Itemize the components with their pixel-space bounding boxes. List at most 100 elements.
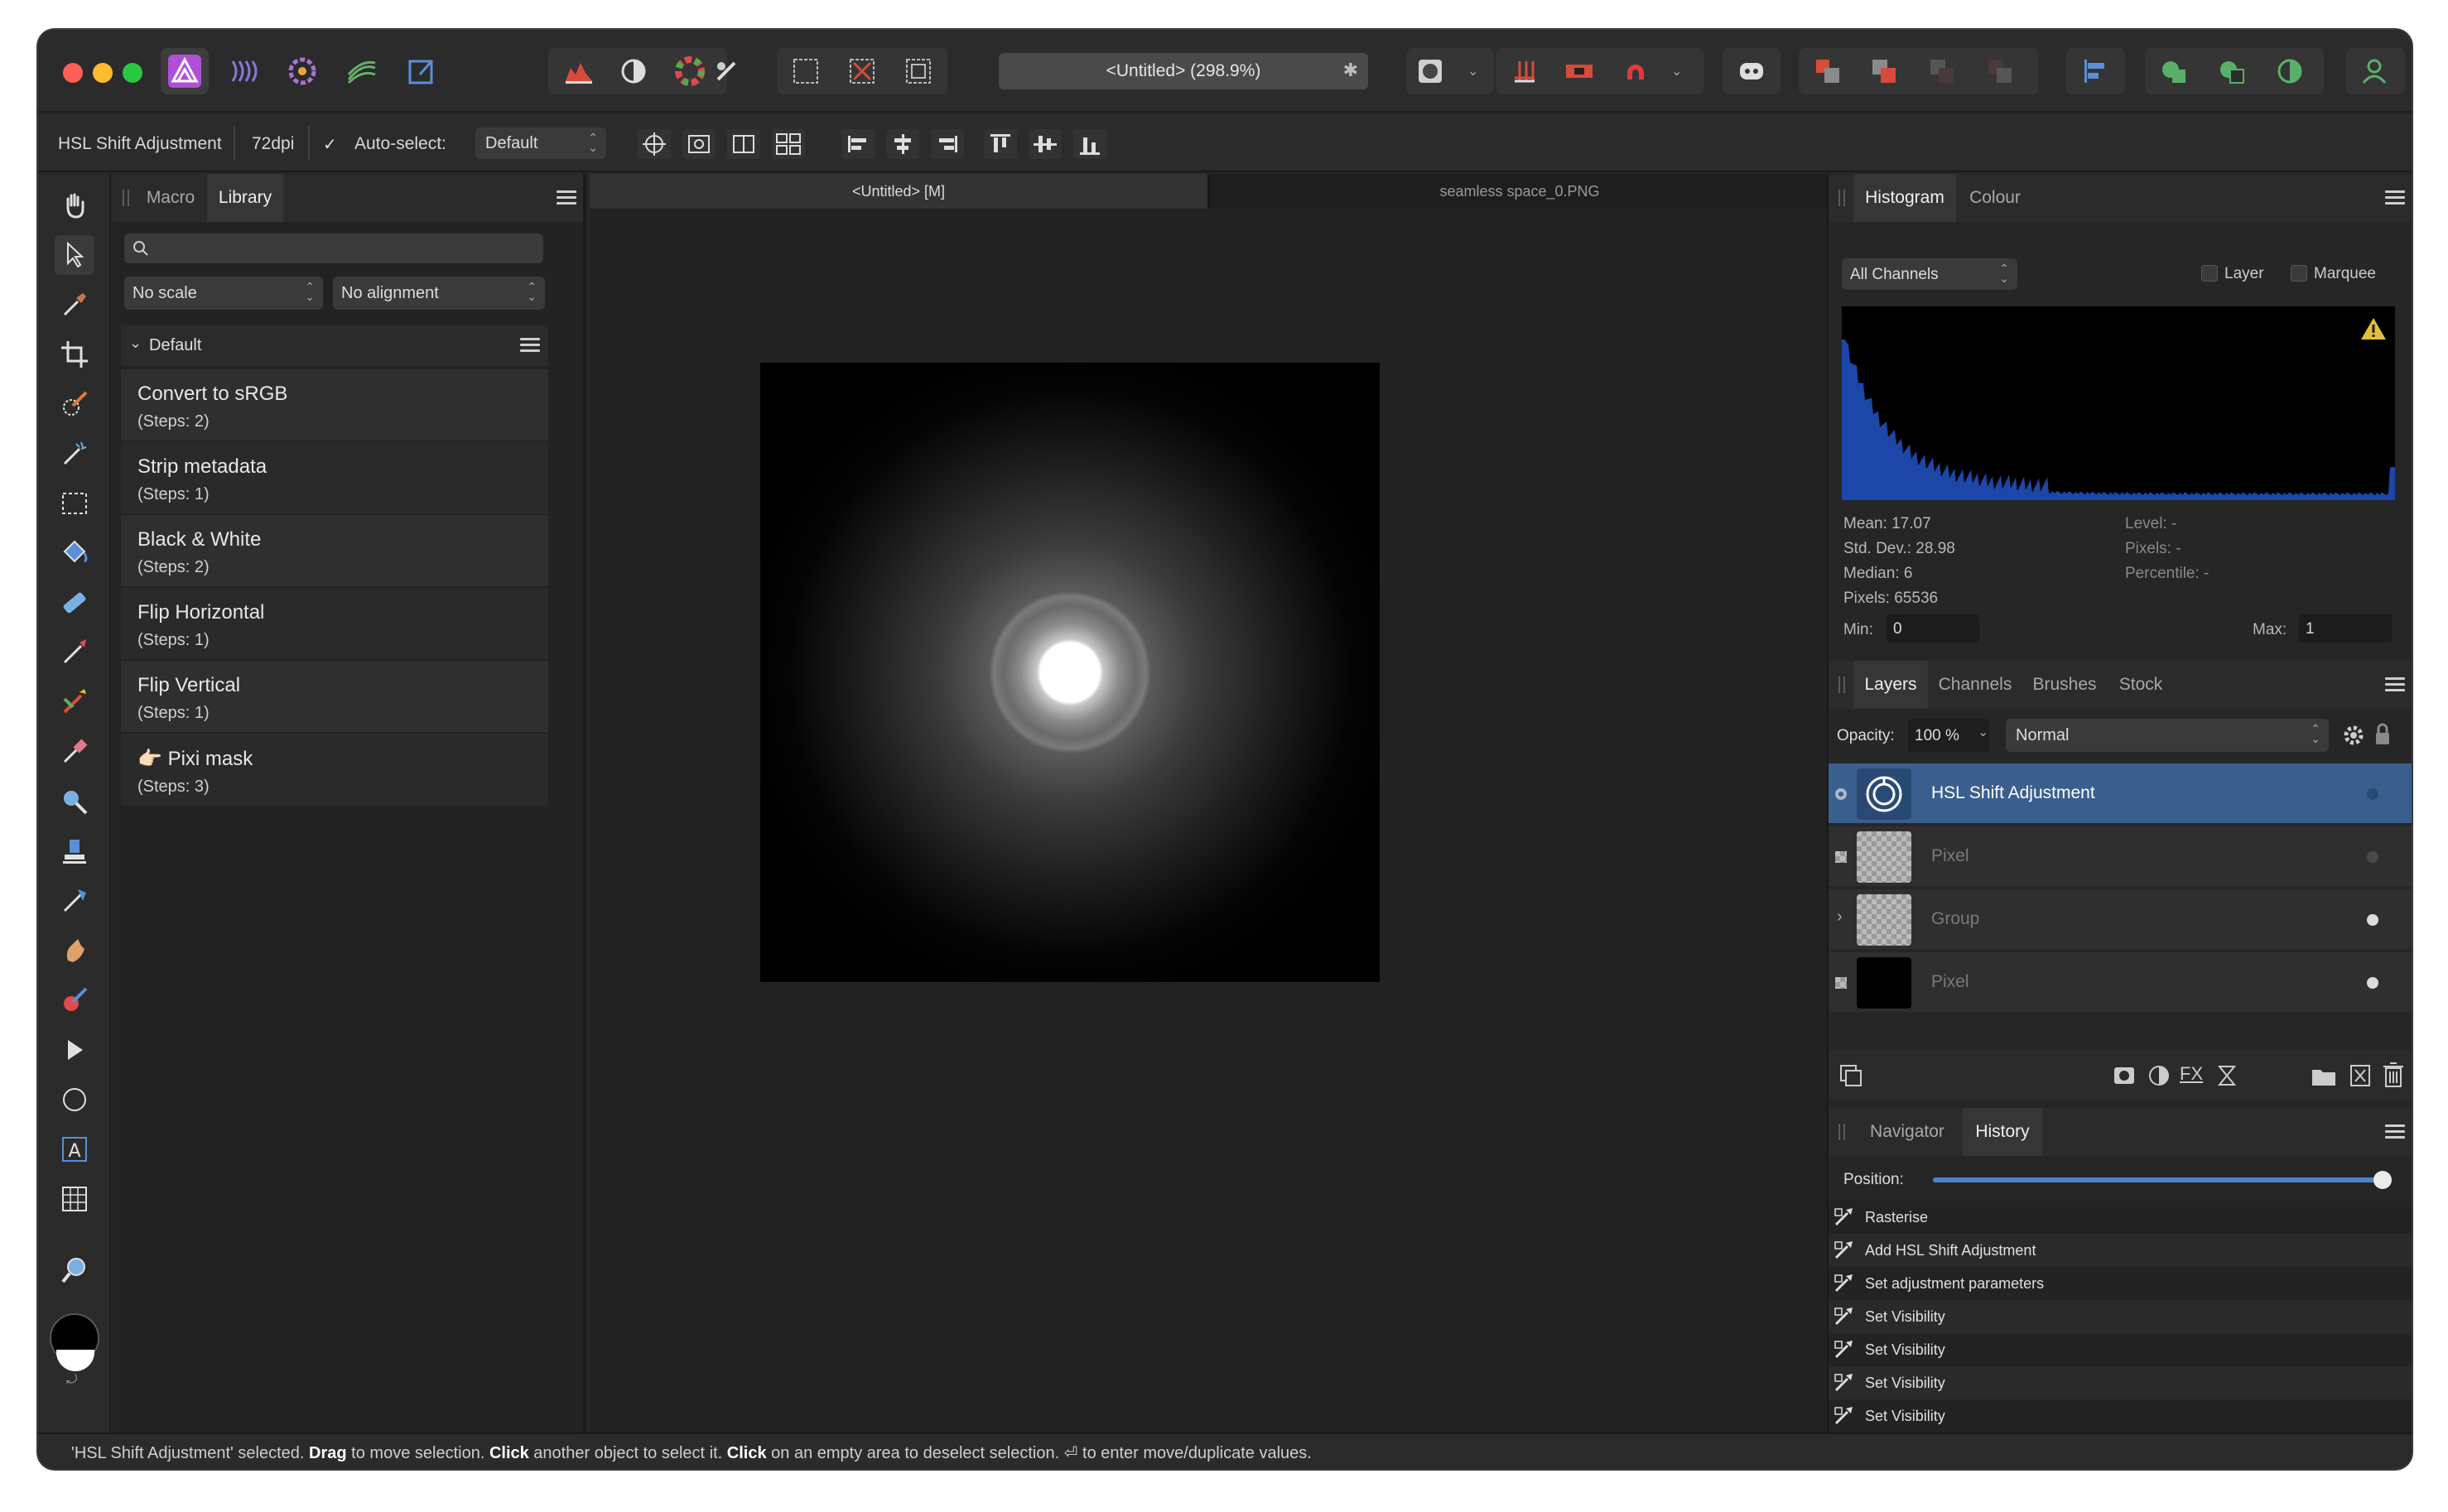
smudge-tool-icon[interactable] bbox=[55, 931, 94, 970]
layer-visibility-dot[interactable] bbox=[2367, 788, 2378, 800]
macro-item[interactable]: Strip metadata (Steps: 1) bbox=[121, 442, 548, 513]
selection-brush-tool-icon[interactable] bbox=[55, 384, 94, 424]
blend-mode-dropdown[interactable]: Normal ⌃ ⌄ bbox=[2006, 719, 2329, 752]
tab-channels[interactable]: Channels bbox=[1930, 661, 2021, 709]
deselect-icon[interactable] bbox=[838, 48, 886, 94]
hand-tool-icon[interactable] bbox=[55, 185, 94, 225]
liquify-persona-icon[interactable] bbox=[220, 48, 268, 94]
chevron-down-icon[interactable]: ⌄ bbox=[1671, 63, 1682, 79]
tab-library[interactable]: Library bbox=[207, 174, 283, 222]
history-item[interactable]: Add HSL Shift Adjustment bbox=[1829, 1234, 2412, 1267]
history-item[interactable]: Set adjustment parameters bbox=[1829, 1267, 2412, 1300]
select-all-icon[interactable] bbox=[782, 48, 830, 94]
layer-options-icon[interactable] bbox=[1838, 1063, 1863, 1088]
subtract-icon[interactable] bbox=[2208, 48, 2256, 94]
chevron-down-icon[interactable]: ⌄ bbox=[1467, 63, 1478, 79]
min-input[interactable]: 0 bbox=[1887, 614, 1979, 643]
minimize-window-button[interactable] bbox=[93, 63, 113, 83]
move-back-one-icon[interactable] bbox=[1860, 48, 1908, 94]
layer-row[interactable]: › Group bbox=[1829, 889, 2412, 951]
dodge-tool-icon[interactable] bbox=[55, 782, 94, 821]
live-filter-icon[interactable] bbox=[2214, 1063, 2239, 1088]
red-eye-tool-icon[interactable] bbox=[55, 980, 94, 1020]
crop-tool-icon[interactable] bbox=[55, 335, 94, 374]
auto-select-checkbox[interactable]: ✓ bbox=[323, 134, 337, 155]
auto-contrast-icon[interactable] bbox=[610, 48, 658, 94]
flood-fill-tool-icon[interactable] bbox=[55, 533, 94, 573]
tab-document-seamless-space[interactable]: seamless space_0.PNG bbox=[1211, 174, 1830, 209]
macro-item[interactable]: Flip Vertical (Steps: 1) bbox=[121, 661, 548, 732]
chevron-down-icon[interactable]: ⌄ bbox=[1978, 724, 1988, 740]
adjustment-icon[interactable] bbox=[2147, 1063, 2171, 1088]
panel-menu-icon[interactable] bbox=[2385, 1124, 2405, 1139]
panel-grip-icon[interactable] bbox=[1838, 1124, 1845, 1140]
layer-row[interactable]: Pixel bbox=[1829, 952, 2412, 1014]
auto-select-dropdown[interactable]: Default ⌃ ⌄ bbox=[475, 128, 606, 159]
maximize-window-button[interactable] bbox=[123, 63, 142, 83]
tab-colour[interactable]: Colour bbox=[1958, 174, 2032, 222]
force-pixel-alignment-icon[interactable] bbox=[1555, 48, 1603, 94]
photo-persona-icon[interactable] bbox=[161, 48, 209, 94]
node-tool-icon[interactable] bbox=[55, 1030, 94, 1070]
healing-brush-tool-icon[interactable] bbox=[55, 881, 94, 921]
fx-icon[interactable]: FX bbox=[2180, 1063, 2203, 1085]
macro-item[interactable]: Flip Horizontal (Steps: 1) bbox=[121, 588, 548, 659]
alignment-dropdown[interactable]: No alignment ⌃ ⌄ bbox=[333, 277, 545, 310]
assistant-icon[interactable] bbox=[1728, 48, 1776, 94]
layer-visibility-dot[interactable] bbox=[2367, 851, 2378, 863]
macro-item[interactable]: Convert to sRGB (Steps: 2) bbox=[121, 369, 548, 441]
zoom-tool-icon[interactable] bbox=[55, 1250, 94, 1290]
library-search-input[interactable] bbox=[124, 234, 543, 263]
scale-dropdown[interactable]: No scale ⌃ ⌄ bbox=[124, 277, 323, 310]
visibility-icon[interactable] bbox=[1834, 787, 1848, 802]
position-slider[interactable] bbox=[1933, 1171, 2392, 1189]
move-tool-icon[interactable] bbox=[55, 235, 94, 275]
export-persona-icon[interactable] bbox=[398, 48, 446, 94]
align-icon[interactable] bbox=[2070, 48, 2118, 94]
transform-grid-icon[interactable] bbox=[772, 129, 805, 159]
macro-item[interactable]: 👉🏻 Pixi mask (Steps: 3) bbox=[121, 734, 548, 805]
panel-grip-icon[interactable] bbox=[123, 190, 129, 206]
align-bottom-icon[interactable] bbox=[1073, 129, 1106, 159]
tab-stock[interactable]: Stock bbox=[2108, 661, 2173, 709]
layer-checkbox[interactable] bbox=[2201, 265, 2218, 282]
layer-visibility-dot[interactable] bbox=[2367, 914, 2378, 926]
document-canvas[interactable] bbox=[760, 363, 1380, 982]
grid-snapping-icon[interactable] bbox=[1501, 48, 1549, 94]
swap-colours-icon[interactable]: ⤾ bbox=[66, 1373, 77, 1388]
marquee-checkbox[interactable] bbox=[2291, 265, 2307, 282]
transform-origin-icon[interactable] bbox=[638, 129, 671, 159]
ellipse-tool-icon[interactable] bbox=[55, 1080, 94, 1120]
tab-navigator[interactable]: Navigator bbox=[1853, 1108, 1961, 1156]
layer-row[interactable]: HSL Shift Adjustment bbox=[1829, 763, 2412, 825]
panel-grip-icon[interactable] bbox=[1838, 190, 1845, 206]
paint-brush-tool-icon[interactable] bbox=[55, 633, 94, 672]
clone-brush-tool-icon[interactable] bbox=[55, 831, 94, 871]
align-middle-icon[interactable] bbox=[1029, 129, 1062, 159]
close-window-button[interactable] bbox=[63, 63, 83, 83]
panel-menu-icon[interactable] bbox=[2385, 190, 2405, 205]
align-right-icon[interactable] bbox=[931, 129, 964, 159]
tab-layers[interactable]: Layers bbox=[1853, 661, 1928, 709]
tab-macro[interactable]: Macro bbox=[137, 174, 204, 222]
history-item[interactable]: Set Visibility bbox=[1829, 1333, 2412, 1366]
history-item[interactable]: Set Visibility bbox=[1829, 1399, 2412, 1433]
macro-item[interactable]: Black & White (Steps: 2) bbox=[121, 515, 548, 586]
tab-document-untitled[interactable]: <Untitled> [M] bbox=[590, 174, 1209, 209]
position-slider-handle[interactable] bbox=[2373, 1171, 2392, 1189]
align-left-icon[interactable] bbox=[841, 129, 875, 159]
secondary-colour-swatch[interactable] bbox=[56, 1350, 94, 1371]
show-selection-box-icon[interactable] bbox=[682, 129, 716, 159]
document-title-field[interactable]: <Untitled> (298.9%) ✱ bbox=[999, 53, 1368, 89]
invert-selection-icon[interactable] bbox=[894, 48, 942, 94]
pixel-tool-icon[interactable] bbox=[55, 682, 94, 722]
move-to-back-icon[interactable] bbox=[1804, 48, 1852, 94]
levels-icon[interactable] bbox=[555, 48, 603, 94]
scale-with-object-icon[interactable] bbox=[727, 129, 760, 159]
tone-mapping-persona-icon[interactable] bbox=[338, 48, 386, 94]
tab-brushes[interactable]: Brushes bbox=[2022, 661, 2107, 709]
panel-menu-icon[interactable] bbox=[2385, 677, 2405, 692]
category-header[interactable]: ⌄ Default bbox=[121, 325, 548, 366]
max-input[interactable]: 1 bbox=[2299, 614, 2392, 643]
chevron-right-icon[interactable]: › bbox=[1837, 908, 1843, 927]
